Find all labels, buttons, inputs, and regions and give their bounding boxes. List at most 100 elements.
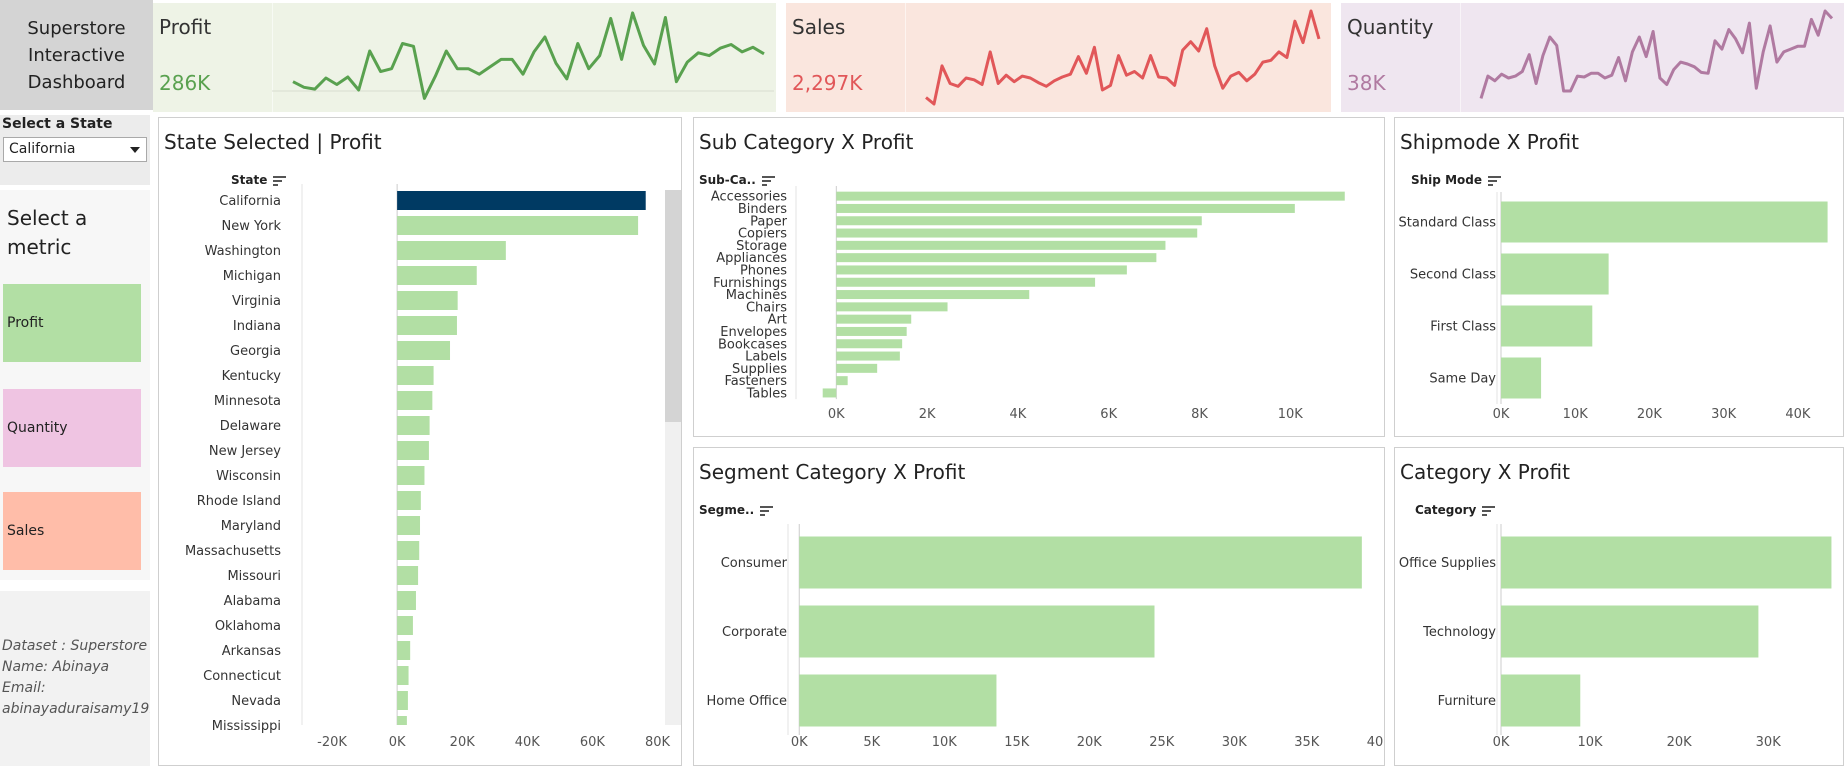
sparkline-line [292, 11, 765, 100]
tick-label: 6K [1100, 407, 1117, 422]
category-label: Tables [746, 386, 788, 401]
category-label: Furniture [1438, 694, 1496, 709]
bar-consumer [799, 536, 1362, 589]
bar-furnishings [836, 277, 1096, 287]
metric-button-sales[interactable]: Sales [3, 492, 141, 570]
bar-home-office [799, 674, 997, 727]
bar-connecticut [397, 666, 409, 685]
category-label: Mississippi [212, 719, 281, 734]
category-label: Michigan [223, 269, 281, 284]
kpi-tile-quantity[interactable]: Quantity 38K [1341, 3, 1844, 112]
segment-profit-panel: Segment Category X Profit Segme.. Consum… [693, 447, 1385, 766]
bar-minnesota [397, 391, 433, 410]
bar-art [836, 314, 912, 324]
kpi-sparkline-sales [925, 9, 1321, 106]
category-label: Consumer [721, 556, 788, 571]
category-label: Maryland [221, 519, 281, 534]
bar-copiers [836, 228, 1198, 238]
category-label: Indiana [233, 319, 281, 334]
category-label: Wisconsin [216, 469, 281, 484]
category-label: New Jersey [209, 444, 281, 459]
category-label: Georgia [230, 344, 281, 359]
bar-machines [836, 290, 1030, 300]
metric-button-quantity[interactable]: Quantity [3, 389, 141, 467]
bar-bookcases [836, 339, 903, 349]
bar-alabama [397, 591, 416, 610]
bar-chairs [836, 302, 948, 312]
tick-label: -20K [317, 735, 347, 750]
category-label: Massachusetts [185, 544, 281, 559]
tick-label: 20K [450, 735, 476, 750]
tick-label: 40K [1367, 735, 1384, 750]
tick-label: 5K [863, 735, 880, 750]
category-label: Arkansas [222, 644, 281, 659]
tick-label: 20K [1667, 735, 1693, 750]
sparkline-line [1479, 9, 1834, 99]
bar-supplies [836, 363, 878, 373]
state-profit-panel: State Selected | Profit State California… [158, 117, 682, 766]
state-dropdown[interactable]: California [3, 137, 147, 162]
bar-delaware [397, 416, 430, 435]
tick-label: 40K [1785, 407, 1811, 422]
tick-label: 10K [932, 735, 958, 750]
tick-label: 35K [1294, 735, 1320, 750]
bar-furniture [1501, 674, 1581, 727]
category-label: Alabama [224, 594, 281, 609]
info-email: abinayaduraisamy199 [2, 701, 150, 717]
bar-california [397, 191, 646, 210]
bar-wisconsin [397, 466, 425, 485]
bar-new-jersey [397, 441, 429, 460]
tick-label: 30K [1756, 735, 1782, 750]
metric-button-label: Sales [7, 523, 45, 539]
tick-label: 20K [1077, 735, 1103, 750]
tick-label: 0K [389, 735, 406, 750]
category-label: Delaware [220, 419, 281, 434]
tick-label: 60K [580, 735, 606, 750]
tick-label: 25K [1149, 735, 1175, 750]
category-label: Second Class [1410, 268, 1496, 283]
bar-binders [836, 203, 1295, 213]
segment-profit-chart: Consumer Corporate Home Office 0K 5K 10K 15K 20… [707, 524, 1384, 750]
dashboard-title-text: Superstore Interactive Dashboard [27, 17, 126, 93]
scrollbar-thumb[interactable] [665, 190, 681, 422]
category-label: Standard Class [1399, 216, 1497, 231]
tick-label: 20K [1637, 407, 1663, 422]
category-profit-panel: Category X Profit Category Office Suppli… [1394, 447, 1844, 766]
info-email-label: Email: [2, 680, 46, 696]
bar-indiana [397, 316, 457, 335]
kpi-value: 38K [1347, 71, 1386, 95]
bar-rhode-island [397, 491, 421, 510]
bar-georgia [397, 341, 451, 360]
category-label: Minnesota [214, 394, 281, 409]
kpi-tile-profit[interactable]: Profit 286K [153, 3, 776, 112]
metric-button-profit[interactable]: Profit [3, 284, 141, 362]
kpi-tile-sales[interactable]: Sales 2,297K [786, 3, 1331, 112]
bar-envelopes [836, 326, 907, 336]
dataset-info: Dataset : Superstore Name: Abinaya Email… [0, 591, 150, 766]
bar-storage [836, 240, 1166, 250]
kpi-label: Quantity [1347, 15, 1434, 39]
bar-oklahoma [397, 616, 413, 635]
metric-button-label: Profit [7, 315, 44, 331]
bar-fasteners [836, 376, 848, 386]
scrollbar-track[interactable] [665, 190, 681, 725]
metric-selector-title: Select a metric [7, 206, 88, 259]
category-label: Office Supplies [1399, 556, 1496, 571]
tick-label: 10K [1563, 407, 1589, 422]
bar-michigan [397, 266, 477, 285]
category-label: Oklahoma [215, 619, 281, 634]
bar-arkansas [397, 641, 411, 660]
tick-label: 0K [1493, 735, 1510, 750]
kpi-value: 2,297K [792, 71, 863, 95]
kpi-value: 286K [159, 71, 211, 95]
tick-label: 0K [1493, 407, 1510, 422]
tick-label: 40K [515, 735, 541, 750]
category-label: New York [221, 219, 281, 234]
subcategory-profit-chart: AccessoriesBindersPaperCopiersStorageApp… [711, 186, 1345, 422]
tick-label: 0K [828, 407, 845, 422]
sparkline-line [925, 9, 1321, 106]
bar-standard-class [1501, 201, 1828, 243]
shipmode-profit-chart: Standard Class Second Class First Class Sam… [1399, 192, 1828, 422]
tick-label: 0K [791, 735, 808, 750]
bar-accessories [836, 191, 1345, 201]
